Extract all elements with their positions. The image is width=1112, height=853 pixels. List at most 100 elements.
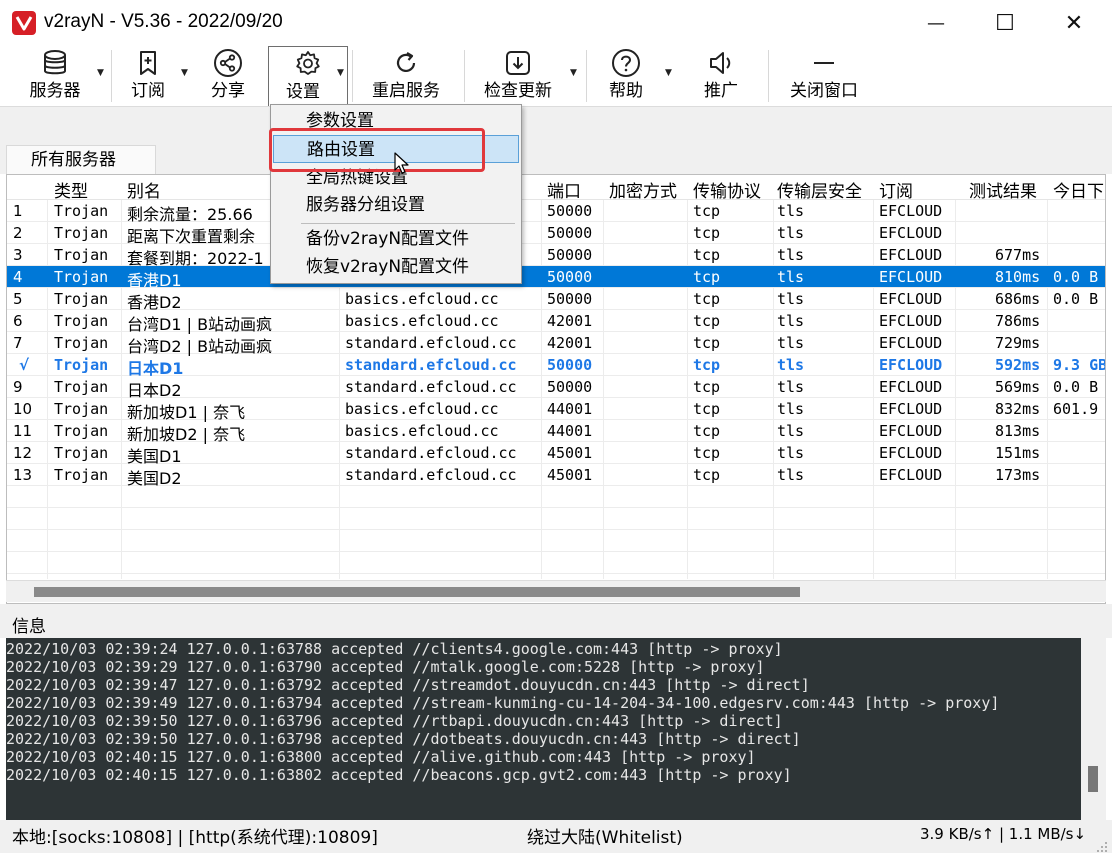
info-section-header: 信息 — [0, 604, 1112, 638]
table-row[interactable]: 3 Trojan 套餐到期：2022-1 50000 tcp tls EFCLO… — [7, 244, 1105, 268]
table-row[interactable]: 10 Trojan 新加坡D1 | 奈飞 basics.efcloud.cc 4… — [7, 398, 1105, 422]
header-alias[interactable]: 别名 — [127, 177, 161, 202]
servers-button[interactable]: 服务器 — [22, 46, 88, 106]
toolbar-separator — [768, 50, 769, 102]
row-tls: tls — [777, 290, 805, 308]
settings-label: 设置 — [286, 82, 320, 102]
routing-mode-status[interactable]: 绕过大陆(Whitelist) — [527, 823, 683, 848]
toolbar: 服务器 ▼ 订阅 ▼ 分享 设置 ▼ 重启服务 检查更新 ▼ 帮助 ▼ 推广 关… — [0, 46, 1112, 106]
row-type: Trojan — [54, 334, 109, 352]
refresh-icon — [391, 46, 421, 80]
table-row[interactable]: 2 Trojan 距离下次重置剩余 50000 tcp tls EFCLOUD — [7, 222, 1105, 246]
table-row-selected[interactable]: 4 Trojan 香港D1 50000 tcp tls EFCLOUD 810m… — [7, 266, 1105, 290]
row-network: tcp — [693, 290, 721, 308]
download-icon — [503, 46, 533, 80]
row-subscription: EFCLOUD — [879, 466, 943, 484]
row-network: tcp — [693, 466, 721, 484]
restart-service-button[interactable]: 重启服务 — [366, 46, 446, 106]
maximize-button[interactable]: ☐ — [977, 0, 1033, 46]
row-subscription: EFCLOUD — [879, 202, 943, 220]
table-row[interactable]: 7 Trojan 台湾D2 | B站动画疯 standard.efcloud.c… — [7, 332, 1105, 356]
row-type: Trojan — [54, 400, 109, 418]
row-tls: tls — [777, 378, 805, 396]
menu-item-restore-config[interactable]: 恢复v2rayN配置文件 — [271, 253, 521, 281]
server-table[interactable]: 类型 别名 端口 加密方式 传输协议 传输层安全 订阅 测试结果 今日下 1 T… — [6, 174, 1106, 604]
row-subscription: EFCLOUD — [879, 422, 943, 440]
row-today-down: 0.0 B — [1053, 268, 1099, 286]
row-tls: tls — [777, 444, 805, 462]
row-network: tcp — [693, 246, 721, 264]
header-today-down[interactable]: 今日下 — [1053, 177, 1104, 202]
row-type: Trojan — [54, 202, 109, 220]
table-row-active-server[interactable]: √ Trojan 日本D1 standard.efcloud.cc 50000 … — [7, 354, 1105, 378]
resize-grip-icon[interactable] — [1096, 838, 1108, 852]
minus-icon — [809, 46, 839, 80]
table-row[interactable]: 11 Trojan 新加坡D2 | 奈飞 basics.efcloud.cc 4… — [7, 420, 1105, 444]
row-address: basics.efcloud.cc — [345, 422, 499, 440]
row-port: 50000 — [547, 246, 593, 264]
close-window-label: 关闭窗口 — [790, 81, 858, 101]
table-row[interactable]: 9 Trojan 日本D2 standard.efcloud.cc 50000 … — [7, 376, 1105, 400]
status-bar: 本地:[socks:10808] | [http(系统代理):10809] 绕过… — [0, 820, 1112, 853]
row-network: tcp — [693, 422, 721, 440]
close-window-button[interactable]: ✕ — [1046, 0, 1102, 46]
bookmark-add-icon — [133, 46, 163, 80]
settings-dropdown-caret-icon[interactable]: ▼ — [337, 68, 344, 78]
row-type: Trojan — [54, 356, 109, 374]
row-index: 1 — [13, 202, 23, 220]
row-network: tcp — [693, 202, 721, 220]
row-type: Trojan — [54, 312, 109, 330]
settings-button[interactable]: 设置 — [268, 46, 348, 106]
header-security[interactable]: 加密方式 — [609, 177, 677, 202]
share-icon — [213, 46, 243, 80]
row-address: basics.efcloud.cc — [345, 312, 499, 330]
close-window-toolbar-button[interactable]: 关闭窗口 — [786, 46, 862, 106]
toolbar-separator — [352, 50, 353, 102]
log-vertical-scrollbar[interactable] — [1081, 638, 1106, 820]
table-row[interactable]: 13 Trojan 美国D2 standard.efcloud.cc 45001… — [7, 464, 1105, 488]
row-port: 42001 — [547, 334, 593, 352]
row-test-result: 569ms — [995, 378, 1041, 396]
close-icon: ✕ — [1064, 10, 1084, 36]
header-tls[interactable]: 传输层安全 — [777, 177, 862, 202]
check-update-button[interactable]: 检查更新 — [478, 46, 558, 106]
header-port[interactable]: 端口 — [547, 177, 581, 202]
table-row[interactable]: 1 Trojan 剩余流量：25.66 50000 tcp tls EFCLOU… — [7, 200, 1105, 224]
row-port: 45001 — [547, 444, 593, 462]
row-subscription: EFCLOUD — [879, 356, 943, 374]
header-network[interactable]: 传输协议 — [693, 177, 761, 202]
toolbar-separator — [111, 50, 112, 102]
check-update-dropdown-caret-icon[interactable]: ▼ — [570, 68, 577, 78]
scrollbar-thumb[interactable] — [34, 587, 800, 597]
row-tls: tls — [777, 422, 805, 440]
table-row[interactable]: 6 Trojan 台湾D1 | B站动画疯 basics.efcloud.cc … — [7, 310, 1105, 334]
subscribe-dropdown-caret-icon[interactable]: ▼ — [181, 68, 188, 78]
promote-button[interactable]: 推广 — [697, 46, 745, 106]
table-row[interactable]: 5 Trojan 香港D2 basics.efcloud.cc 50000 tc… — [7, 288, 1105, 312]
table-row[interactable]: 12 Trojan 美国D1 standard.efcloud.cc 45001… — [7, 442, 1105, 466]
scrollbar-thumb[interactable] — [1088, 766, 1098, 792]
row-port: 50000 — [547, 290, 593, 308]
subscribe-button[interactable]: 订阅 — [124, 46, 172, 106]
header-type[interactable]: 类型 — [54, 177, 88, 202]
minimize-button[interactable]: — — [908, 0, 964, 46]
menu-item-server-group-settings[interactable]: 服务器分组设置 — [271, 191, 521, 219]
help-button[interactable]: 帮助 — [602, 46, 650, 106]
row-index: 12 — [13, 444, 33, 462]
table-horizontal-scrollbar[interactable] — [6, 580, 1106, 602]
row-index: 10 — [13, 400, 33, 418]
tab-all-servers[interactable]: 所有服务器 — [6, 145, 156, 175]
log-output[interactable]: 2022/10/03 02:39:24 127.0.0.1:63788 acce… — [6, 638, 1081, 820]
servers-dropdown-caret-icon[interactable]: ▼ — [97, 68, 104, 78]
help-dropdown-caret-icon[interactable]: ▼ — [665, 68, 672, 78]
share-button[interactable]: 分享 — [204, 46, 252, 106]
menu-item-backup-config[interactable]: 备份v2rayN配置文件 — [271, 225, 521, 253]
restart-service-label: 重启服务 — [372, 81, 440, 101]
row-index: 6 — [13, 312, 23, 330]
row-port: 50000 — [547, 356, 593, 374]
row-type: Trojan — [54, 290, 109, 308]
header-subscription[interactable]: 订阅 — [879, 177, 913, 202]
row-network: tcp — [693, 312, 721, 330]
header-test-result[interactable]: 测试结果 — [969, 177, 1037, 202]
row-subscription: EFCLOUD — [879, 246, 943, 264]
